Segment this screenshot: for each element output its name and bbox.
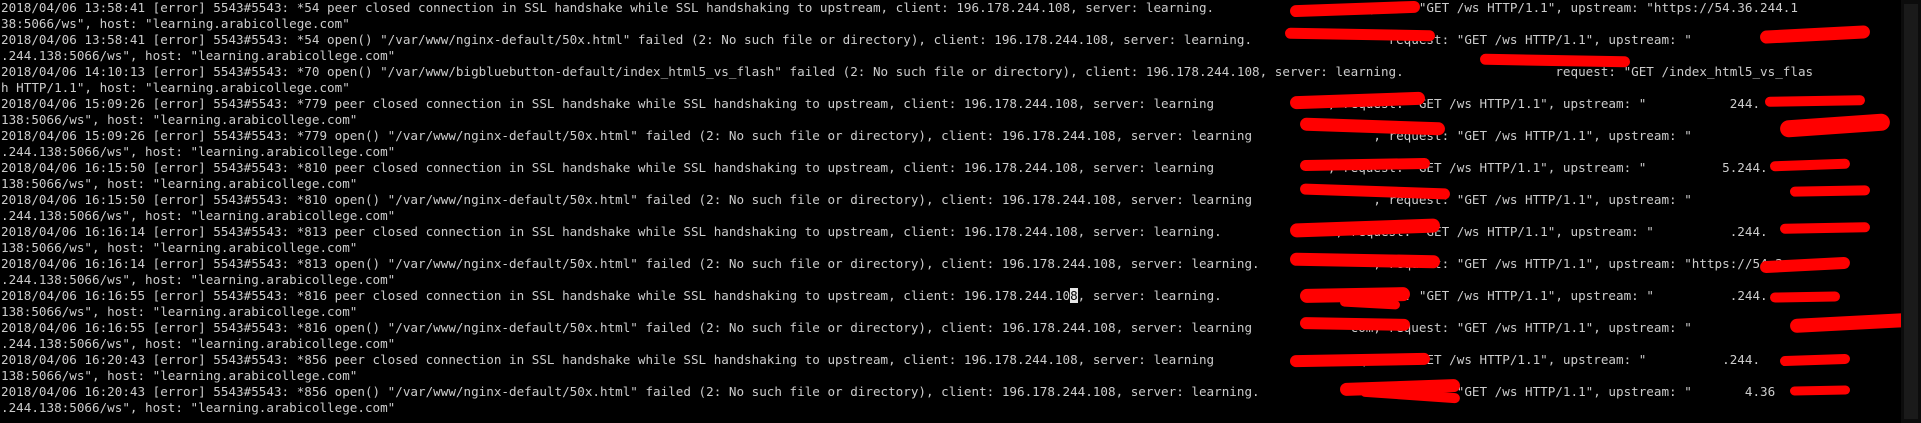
log-line: 2018/04/06 16:15:50 [error] 5543#5543: *… <box>1 160 1768 175</box>
redaction-mark <box>1289 352 1431 368</box>
log-line: .244.138:5066/ws", host: "learning.arabi… <box>1 336 396 351</box>
vertical-scrollbar[interactable] <box>1901 0 1921 423</box>
redaction-mark <box>1299 317 1411 331</box>
log-line: 138:5066/ws", host: "learning.arabicolle… <box>1 176 358 191</box>
log-line: .244.138:5066/ws", host: "learning.arabi… <box>1 208 396 223</box>
log-line: 2018/04/06 13:58:41 [error] 5543#5543: *… <box>1 0 1798 15</box>
terminal-window[interactable]: 2018/04/06 13:58:41 [error] 5543#5543: *… <box>0 0 1921 423</box>
log-line: 2018/04/06 13:58:41 [error] 5543#5543: *… <box>1 32 1692 47</box>
log-line: 2018/04/06 15:09:26 [error] 5543#5543: *… <box>1 128 1692 143</box>
log-line: .244.138:5066/ws", host: "learning.arabi… <box>1 400 396 415</box>
log-line: 138:5066/ws", host: "learning.arabicolle… <box>1 112 358 127</box>
log-line: 2018/04/06 16:20:43 [error] 5543#5543: *… <box>1 384 1776 399</box>
log-line: 2018/04/06 16:16:55 [error] 5543#5543: *… <box>1 320 1692 335</box>
log-line: 2018/04/06 16:16:14 [error] 5543#5543: *… <box>1 224 1768 239</box>
redaction-mark <box>1299 157 1431 172</box>
redaction-mark <box>1789 185 1871 197</box>
log-line: .244.138:5066/ws", host: "learning.arabi… <box>1 272 396 287</box>
redaction-mark <box>1289 252 1441 269</box>
log-line: 138:5066/ws", host: "learning.arabicolle… <box>1 368 358 383</box>
log-line: 138:5066/ws", host: "learning.arabicolle… <box>1 240 358 255</box>
scrollbar-thumb[interactable] <box>1904 4 1918 419</box>
log-line: 2018/04/06 16:20:43 [error] 5543#5543: *… <box>1 352 1761 367</box>
log-line: 2018/04/06 15:09:26 [error] 5543#5543: *… <box>1 96 1761 111</box>
redaction-mark <box>1789 385 1851 396</box>
log-line: 2018/04/06 16:15:50 [error] 5543#5543: *… <box>1 192 1692 207</box>
log-line: 38:5066/ws", host: "learning.arabicolleg… <box>1 16 350 31</box>
redaction-mark <box>1764 95 1866 107</box>
log-line: 2018/04/06 16:16:55 [error] 5543#5543: *… <box>1 288 1768 303</box>
text-cursor: 8 <box>1070 288 1078 303</box>
log-line: h HTTP/1.1", host: "learning.arabicolleg… <box>1 80 350 95</box>
redaction-mark <box>1769 291 1841 303</box>
log-line: 138:5066/ws", host: "learning.arabicolle… <box>1 304 358 319</box>
log-line: 2018/04/06 16:16:14 [error] 5543#5543: *… <box>1 256 1783 271</box>
redaction-mark <box>1779 222 1871 234</box>
log-line: .244.138:5066/ws", host: "learning.arabi… <box>1 144 396 159</box>
